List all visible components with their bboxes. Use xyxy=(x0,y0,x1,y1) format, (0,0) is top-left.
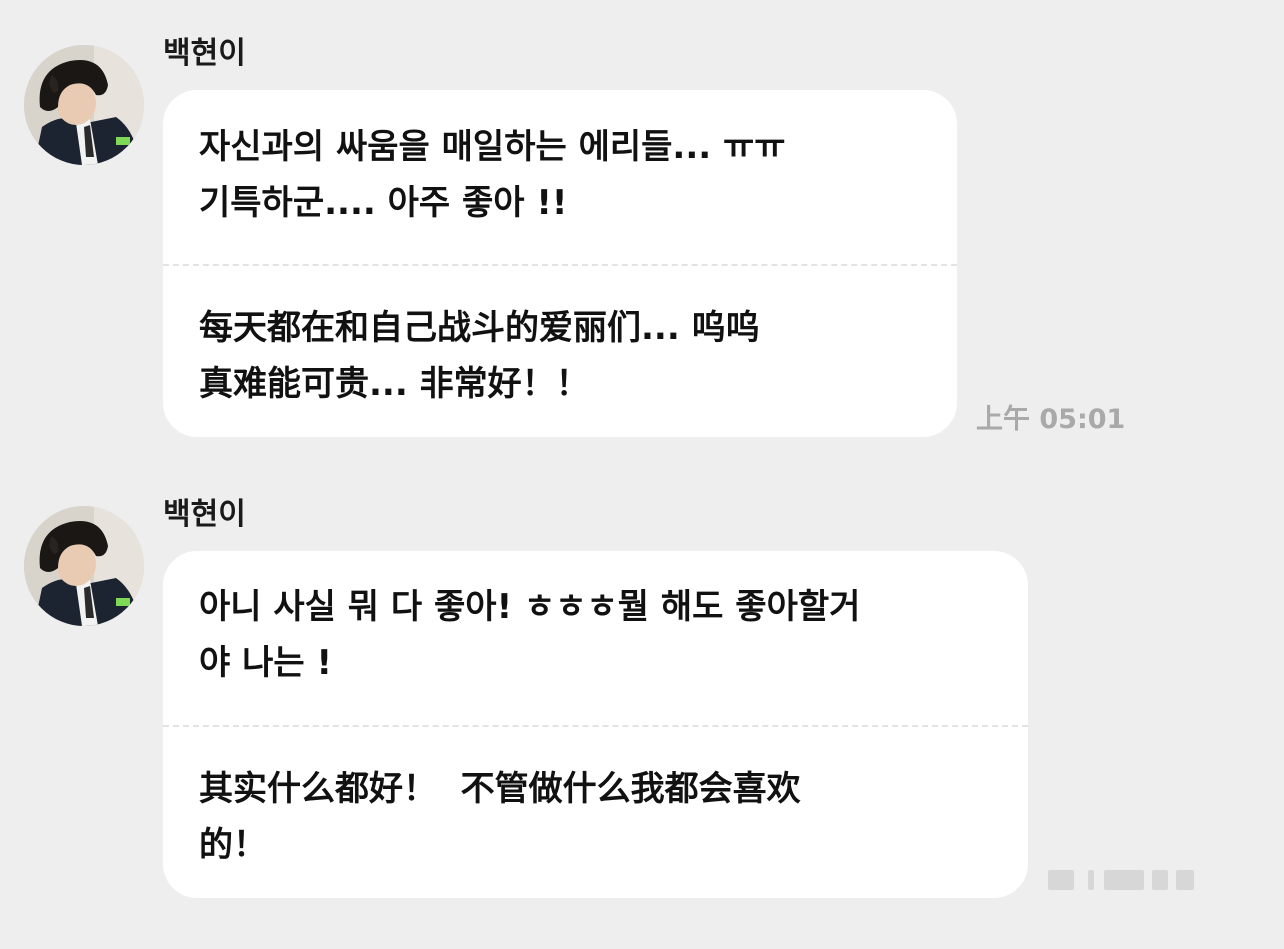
sender-name: 백현이 xyxy=(163,36,246,71)
profile-photo xyxy=(24,506,144,626)
message-bubble[interactable]: 아니 사실 뭐 다 좋아! ㅎㅎㅎ뭘 해도 좋아할거 야 나는 ! 其实什么都好… xyxy=(163,551,1028,898)
profile-photo xyxy=(24,45,144,165)
sender-name: 백현이 xyxy=(163,497,246,532)
avatar[interactable] xyxy=(24,506,144,626)
translation-text: 其实什么都好！ 不管做什么我都会喜欢 的！ xyxy=(199,769,801,865)
avatar[interactable] xyxy=(24,45,144,165)
message-timestamp: 上午 05:01 xyxy=(976,404,1126,435)
message-bubble[interactable]: 자신과의 싸움을 매일하는 에리들... ㅠㅠ 기특하군.... 아주 좋아 !… xyxy=(163,90,957,437)
translation-text: 每天都在和自己战斗的爱丽们... 呜呜 真难能可贵... 非常好！！ xyxy=(199,308,760,404)
watermark-remnant xyxy=(1048,866,1198,894)
korean-message-text: 자신과의 싸움을 매일하는 에리들... ㅠㅠ 기특하군.... 아주 좋아 !… xyxy=(199,127,786,223)
korean-message-text: 아니 사실 뭐 다 좋아! ㅎㅎㅎ뭘 해도 좋아할거 야 나는 ! xyxy=(199,587,861,683)
